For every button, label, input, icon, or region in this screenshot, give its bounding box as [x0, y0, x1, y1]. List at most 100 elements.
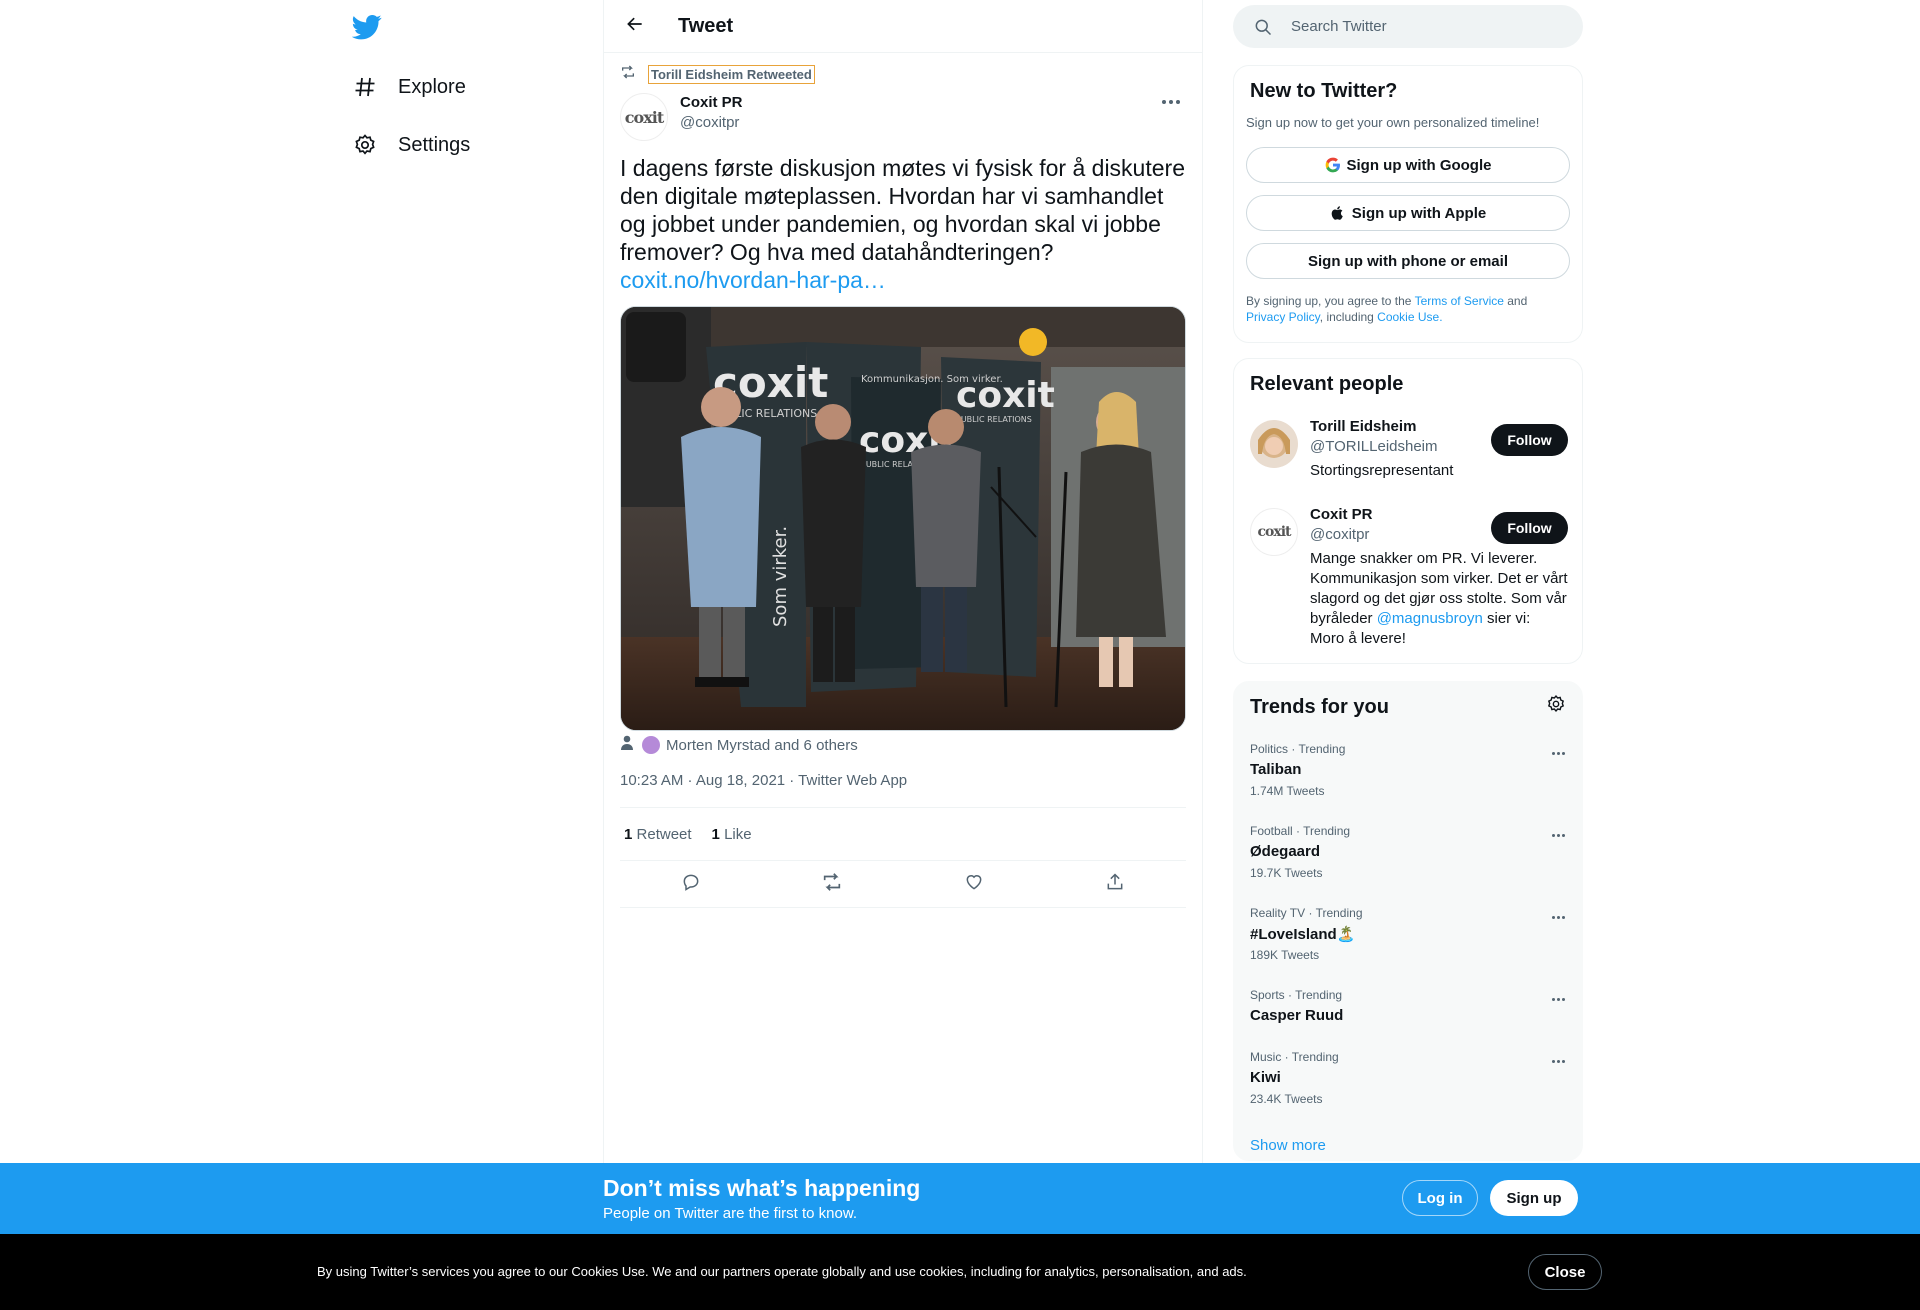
retweet-icon	[821, 871, 843, 898]
retweets-stat[interactable]: 1 Retweet	[624, 826, 692, 843]
relevant-people-panel: Relevant people Torill Eidsheim @TORILLe…	[1233, 358, 1583, 664]
tweet-link[interactable]: coxit.no/hvordan-har-pa…	[620, 267, 886, 293]
person-bio: Stortingsrepresentant	[1310, 462, 1454, 479]
author-handle[interactable]: @coxitpr	[680, 114, 743, 131]
mention-link[interactable]: @magnusbroyn	[1377, 610, 1483, 627]
trend-more-button[interactable]	[1546, 744, 1570, 762]
tweet-photo[interactable]: coxit PUBLIC RELATIONS coxit PUBLIC RELA…	[620, 306, 1186, 731]
bar-title: Don’t miss what’s happening	[603, 1175, 921, 1201]
dot	[1561, 833, 1565, 837]
back-button[interactable]	[618, 9, 652, 43]
retweet-button[interactable]	[814, 867, 850, 903]
dot	[1556, 915, 1560, 919]
column-header: Tweet	[604, 0, 1202, 53]
nav-item-explore[interactable]: Explore	[352, 65, 466, 109]
photo-banner-vertical: Som virker.	[770, 526, 791, 627]
signup-phone-email-label: Sign up with phone or email	[1307, 252, 1508, 270]
follow-button[interactable]: Follow	[1491, 512, 1568, 544]
trend-more-button[interactable]	[1546, 990, 1570, 1008]
terms-of-service-link[interactable]: Terms of Service	[1415, 294, 1504, 308]
avatar-text: coxit	[1257, 524, 1292, 540]
tweet-timestamp[interactable]: 10:23 AM · Aug 18, 2021 · Twitter Web Ap…	[620, 772, 907, 789]
dot	[1561, 915, 1565, 919]
search-box[interactable]	[1233, 5, 1583, 48]
trend-meta: Sports · Trending	[1250, 988, 1343, 1002]
cookie-banner: By using Twitter’s services you agree to…	[0, 1234, 1920, 1310]
dot	[1551, 997, 1555, 1001]
signup-google-label: Sign up with Google	[1346, 156, 1492, 174]
photo-banner-logo: coxit	[956, 375, 1055, 416]
signup-google-button[interactable]: Sign up with Google	[1246, 147, 1570, 183]
cookie-text: By using Twitter’s services you agree to…	[317, 1264, 1247, 1279]
bar-subtitle: People on Twitter are the first to know.	[603, 1205, 858, 1222]
reply-button[interactable]	[673, 867, 709, 903]
search-input[interactable]	[1291, 18, 1551, 35]
trend-name: Taliban	[1250, 761, 1302, 778]
cookie-use-link[interactable]: Cookie Use.	[1377, 310, 1442, 324]
trend-count: 23.4K Tweets	[1250, 1092, 1323, 1106]
dot	[1561, 1059, 1565, 1063]
author-name[interactable]: Coxit PR	[680, 94, 743, 111]
heart-icon	[964, 872, 984, 897]
google-icon	[1325, 157, 1341, 173]
reply-icon	[681, 872, 701, 897]
tweet-column: Tweet Torill Eidsheim Retweeted coxit Co…	[603, 0, 1203, 1163]
show-more-link[interactable]: Show more	[1250, 1137, 1326, 1154]
tweet-text: I dagens første diskusjon møtes vi fysis…	[620, 154, 1186, 294]
trends-settings-button[interactable]	[1544, 694, 1568, 718]
like-button[interactable]	[956, 867, 992, 903]
follow-button[interactable]: Follow	[1491, 424, 1568, 456]
trend-more-button[interactable]	[1546, 908, 1570, 926]
twitter-bird-icon[interactable]	[351, 12, 382, 42]
panel-title: Relevant people	[1250, 373, 1404, 395]
legal-text: , including	[1319, 310, 1378, 324]
coxit-logo: coxit	[1257, 524, 1292, 540]
signup-apple-button[interactable]: Sign up with Apple	[1246, 195, 1570, 231]
retweet-icon	[620, 64, 636, 85]
retweet-context: Torill Eidsheim Retweeted	[620, 64, 815, 85]
trend-name: Ødegaard	[1250, 843, 1321, 860]
person-avatar[interactable]: coxit	[1250, 508, 1298, 556]
likes-stat[interactable]: 1 Like	[712, 826, 752, 843]
author-avatar[interactable]: coxit	[620, 93, 668, 141]
person-icon	[620, 735, 634, 755]
legal-text: By signing up, you agree to the	[1246, 294, 1415, 308]
photo-illustration: coxit PUBLIC RELATIONS coxit PUBLIC RELA…	[621, 307, 1185, 730]
tweet-actions	[620, 862, 1186, 908]
login-button[interactable]: Log in	[1402, 1180, 1478, 1216]
author-block: Coxit PR @coxitpr	[680, 94, 743, 131]
nav-item-label: Settings	[398, 133, 471, 156]
gear-icon	[352, 132, 378, 158]
person-avatar[interactable]	[1250, 420, 1298, 468]
trend-name: Kiwi	[1250, 1069, 1281, 1086]
signup-phone-email-button[interactable]: Sign up with phone or email	[1246, 243, 1570, 279]
photo-banner-subtitle: PUBLIC RELATIONS	[956, 415, 1032, 424]
share-button[interactable]	[1097, 867, 1133, 903]
nav-item-label: Explore	[398, 75, 466, 98]
dot	[1556, 1059, 1560, 1063]
trend-name: #LoveIsland🏝️	[1250, 926, 1356, 943]
retweets-count: 1	[624, 825, 633, 843]
privacy-policy-link[interactable]: Privacy Policy	[1246, 310, 1320, 324]
nav-item-settings[interactable]: Settings	[352, 123, 470, 167]
trend-more-button[interactable]	[1546, 826, 1570, 844]
likes-count: 1	[711, 825, 720, 843]
signup-button[interactable]: Sign up	[1490, 1180, 1578, 1216]
trend-meta: Politics · Trending	[1250, 742, 1346, 756]
dot	[1551, 751, 1555, 755]
panel-title: New to Twitter?	[1250, 80, 1398, 102]
coxit-logo: coxit	[625, 108, 664, 127]
dot	[1556, 833, 1560, 837]
cookie-close-button[interactable]: Close	[1528, 1254, 1602, 1290]
retweeted-by-link[interactable]: Torill Eidsheim Retweeted	[648, 65, 815, 84]
trend-more-button[interactable]	[1546, 1052, 1570, 1070]
tweet-more-button[interactable]	[1156, 92, 1186, 112]
trend-meta: Music · Trending	[1250, 1050, 1339, 1064]
dot	[1162, 100, 1166, 104]
page-title: Tweet	[678, 14, 734, 37]
tagged-people-label: Morten Myrstad and 6 others	[666, 736, 858, 754]
tagged-people[interactable]: Morten Myrstad and 6 others	[620, 735, 858, 755]
search-icon	[1253, 17, 1273, 37]
tweet-stats: 1 Retweet 1 Like	[620, 807, 1186, 861]
trend-meta: Football · Trending	[1250, 824, 1351, 838]
